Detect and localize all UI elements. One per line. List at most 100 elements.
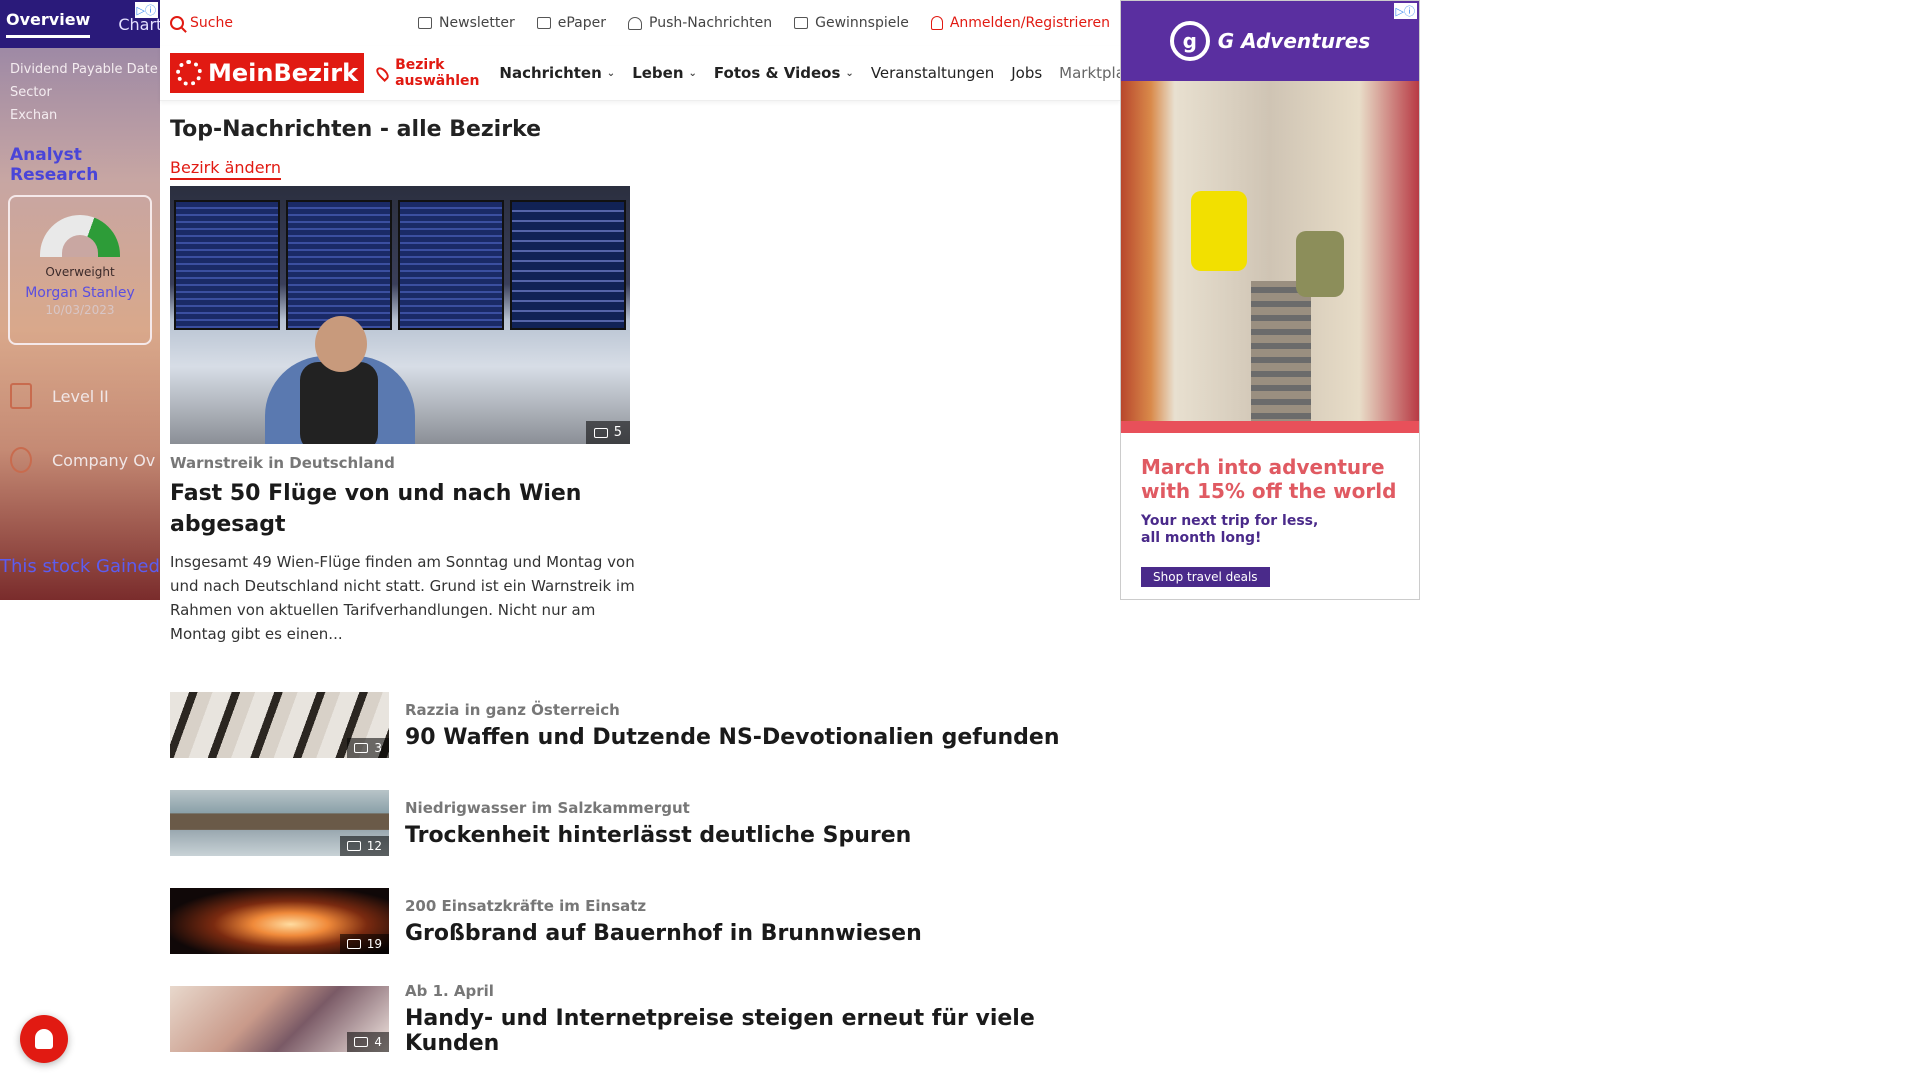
nav-label: Veranstaltungen: [870, 64, 995, 82]
list-item[interactable]: 19 200 Einsatzkräfte im Einsatz Großbran…: [170, 872, 1110, 970]
list-item[interactable]: 12 Niedrigwasser im Salzkammergut Trocke…: [170, 774, 1110, 872]
chevron-down-icon: ⌄: [845, 67, 854, 79]
bezirk-select[interactable]: Bezirk auswählen: [374, 57, 482, 89]
story-kicker: Niedrigwasser im Salzkammergut: [405, 798, 690, 817]
top-story-image[interactable]: 5: [170, 186, 630, 444]
utility-label: Push-Nachrichten: [649, 15, 773, 31]
notification-bell-button[interactable]: [20, 1015, 68, 1063]
ad-link-company[interactable]: Company Ov: [0, 447, 160, 473]
story-title[interactable]: 90 Waffen und Dutzende NS-Devotionalien …: [405, 725, 1059, 750]
gallery-icon: [354, 743, 369, 753]
adchoices-icon[interactable]: ▷ⓘ: [1393, 3, 1417, 19]
ad-meta-line: Sector: [10, 85, 52, 100]
person-head: [315, 316, 367, 372]
top-story-kicker: Warnstreik in Deutschland: [170, 454, 395, 472]
story-thumbnail[interactable]: 3: [170, 692, 389, 758]
login-link[interactable]: Anmelden/Registrieren: [930, 15, 1110, 31]
rail-track: [1251, 281, 1311, 433]
board: [397, 200, 504, 330]
bell-icon: [628, 16, 642, 30]
document-icon: [10, 383, 32, 409]
location-pin-icon: [374, 64, 392, 82]
ad-link-label: Company Ov: [52, 450, 156, 470]
ad-subline-line: Your next trip for less,: [1141, 513, 1319, 529]
story-text: Razzia in ganz Österreich 90 Waffen und …: [405, 701, 1059, 750]
story-text: Ab 1. April Handy- und Internetpreise st…: [405, 982, 1110, 1056]
nav-label: Fotos & Videos: [713, 64, 841, 82]
gallery-icon: [346, 841, 361, 851]
story-thumbnail[interactable]: 4: [170, 986, 389, 1052]
utility-label: Gewinnspiele: [815, 15, 909, 31]
story-title[interactable]: Trockenheit hinterlässt deutliche Spuren: [405, 823, 911, 848]
newsletter-link[interactable]: Newsletter: [418, 15, 515, 31]
nav-jobs[interactable]: Jobs: [1011, 64, 1042, 82]
ad-headline-line: March into adventure: [1141, 455, 1385, 479]
story-thumbnail[interactable]: 19: [170, 888, 389, 954]
backpack-figure: [300, 362, 378, 444]
top-story-title[interactable]: Fast 50 Flüge von und nach Wien abgesagt: [170, 478, 640, 540]
logo-text: MeinBezirk: [208, 59, 359, 87]
logo-icon: [176, 60, 202, 86]
gallery-icon: [346, 939, 361, 949]
nav-veranstaltungen[interactable]: Veranstaltungen: [871, 64, 994, 82]
traveler-figure: [1296, 231, 1344, 297]
ad-subline: Your next trip for less, all month long!: [1141, 513, 1341, 547]
image-count-badge: 4: [347, 1032, 389, 1052]
search-link[interactable]: Suche: [170, 15, 233, 31]
ad-rating-card: Overweight Morgan Stanley 10/03/2023: [8, 195, 152, 345]
story-list: 3 Razzia in ganz Österreich 90 Waffen un…: [170, 676, 1110, 1068]
story-kicker: 200 Einsatzkräfte im Einsatz: [405, 896, 647, 915]
nav-nachrichten[interactable]: Nachrichten ⌄: [499, 64, 615, 82]
image-count-badge: 12: [339, 836, 389, 856]
gewinnspiele-link[interactable]: Gewinnspiele: [794, 15, 909, 31]
search-icon: [170, 16, 184, 30]
main-nav: MeinBezirk Bezirk auswählen Nachrichten …: [160, 46, 1139, 101]
search-label: Suche: [190, 15, 233, 31]
top-story-teaser: Insgesamt 49 Wien-Flüge finden am Sonnta…: [170, 553, 635, 643]
image-count-badge: 5: [585, 421, 630, 444]
ad-divider: [1121, 421, 1419, 433]
story-kicker: Ab 1. April: [405, 982, 494, 1000]
chevron-down-icon: ⌄: [606, 67, 616, 79]
nav-leben[interactable]: Leben ⌄: [632, 64, 697, 82]
ad-brand-bar: g G Adventures: [1121, 1, 1419, 81]
change-bezirk-link[interactable]: Bezirk ändern: [170, 158, 281, 180]
list-item[interactable]: 4 Ab 1. April Handy- und Internetpreise …: [170, 970, 1110, 1068]
ad-cta-button[interactable]: Shop travel deals: [1141, 567, 1270, 587]
image-count-badge: 3: [347, 738, 389, 758]
ad-link-label: Level II: [52, 386, 109, 406]
ad-link-level2[interactable]: Level II: [0, 383, 160, 409]
nav-fotos-videos[interactable]: Fotos & Videos ⌄: [714, 64, 854, 82]
story-title[interactable]: Großbrand auf Bauernhof in Brunnwiesen: [405, 921, 922, 946]
story-text: Niedrigwasser im Salzkammergut Trockenhe…: [405, 799, 911, 848]
utility-label: ePaper: [557, 15, 606, 31]
story-thumbnail[interactable]: 12: [170, 790, 389, 856]
chevron-down-icon: ⌄: [688, 67, 697, 79]
g-adventures-logo-icon: g: [1169, 21, 1210, 61]
gauge-icon: [40, 215, 120, 257]
push-link[interactable]: Push-Nachrichten: [628, 15, 772, 31]
adchoices-icon[interactable]: ▷ⓘ: [134, 2, 158, 18]
story-title[interactable]: Handy- und Internetpreise steigen erneut…: [405, 1006, 1110, 1056]
info-icon: [10, 447, 32, 473]
ad-meta-line: Exchan: [10, 108, 58, 123]
story-kicker: Razzia in ganz Österreich: [405, 700, 620, 719]
gallery-icon: [593, 427, 608, 438]
site-logo[interactable]: MeinBezirk: [170, 53, 365, 93]
main-column: Suche Newsletter ePaper Push-Nachrichten…: [160, 0, 1139, 1080]
left-skyscraper-ad[interactable]: ▷ⓘ Overview Chart Dividend Payable Date …: [0, 0, 160, 600]
user-icon: [930, 16, 943, 30]
ad-analyst-heading: Analyst Research: [10, 145, 99, 185]
image-count: 3: [374, 741, 382, 755]
ad-headline-line: with 15% off the world: [1141, 479, 1397, 503]
utility-label: Newsletter: [439, 15, 515, 31]
image-count: 12: [366, 839, 382, 853]
ad-tab-overview[interactable]: Overview: [6, 10, 91, 38]
ad-firm: Morgan Stanley: [25, 285, 135, 301]
list-item[interactable]: 3 Razzia in ganz Österreich 90 Waffen un…: [170, 676, 1110, 774]
departure-boards: [174, 200, 626, 330]
right-ad[interactable]: g G Adventures ▷ⓘ March into adventure w…: [1120, 0, 1420, 600]
utility-bar: Suche Newsletter ePaper Push-Nachrichten…: [160, 0, 1120, 46]
epaper-link[interactable]: ePaper: [536, 15, 606, 31]
content: Top-Nachrichten - alle Bezirke Bezirk än…: [160, 117, 1120, 1068]
